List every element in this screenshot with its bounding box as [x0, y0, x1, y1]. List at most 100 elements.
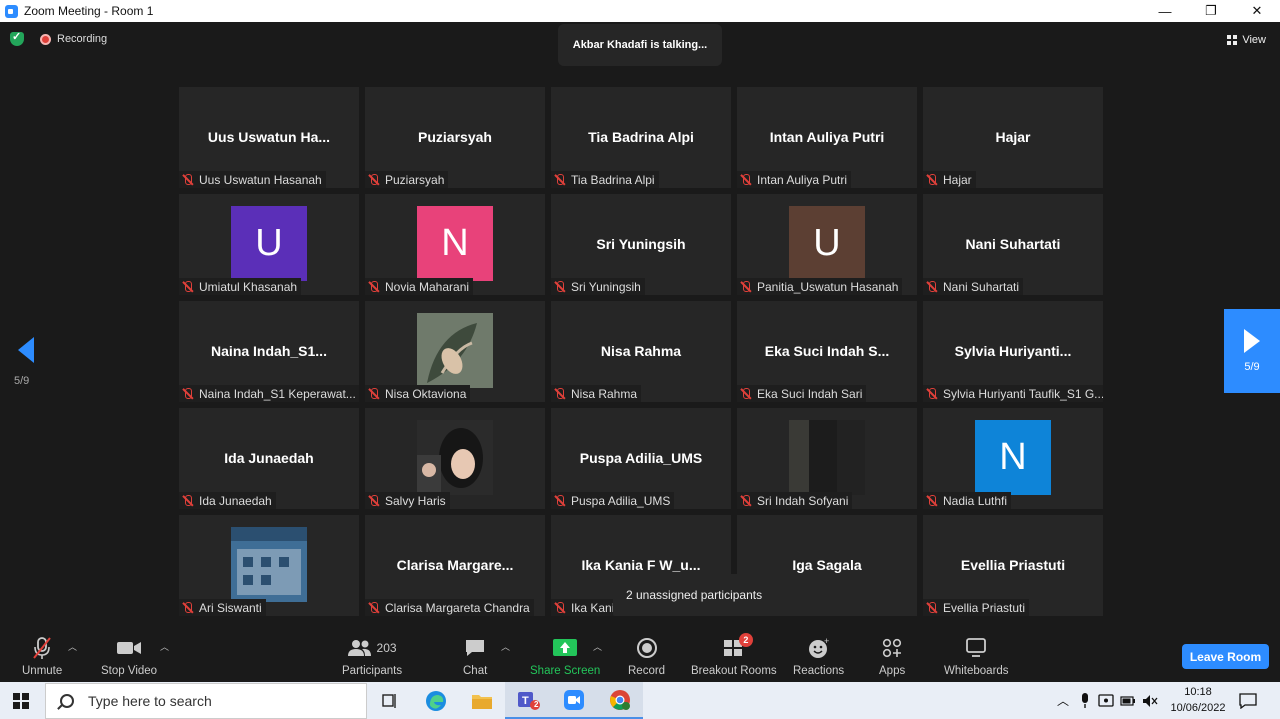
participant-name-tag: Eka Suci Indah Sari — [737, 385, 867, 402]
participant-tile[interactable]: Sylvia Huriyanti... Sylvia Huriyanti Tauf… — [923, 301, 1103, 402]
record-button[interactable]: Record — [628, 636, 665, 677]
participant-tile[interactable]: Puziarsyah Puziarsyah — [365, 87, 545, 188]
participant-tile[interactable]: Intan Auliya Putri Intan Auliya Putri — [737, 87, 917, 188]
participant-tile[interactable]: Hajar Hajar — [923, 87, 1103, 188]
participant-name-tag: Nadia Luthfi — [923, 492, 1012, 509]
participant-tile[interactable]: Nisa Rahma Nisa Rahma — [551, 301, 731, 402]
video-options-caret-icon[interactable]: ︿ — [160, 640, 169, 653]
zoom-taskbar-button[interactable] — [551, 682, 597, 719]
meet-now-icon[interactable] — [1098, 693, 1114, 708]
teams-badge: 2 — [534, 700, 539, 709]
participant-photo — [417, 420, 493, 495]
taskbar-search-box[interactable]: Type here to search — [45, 683, 367, 719]
participant-tile[interactable]: Ari Siswanti — [179, 515, 359, 616]
apps-button[interactable]: Apps — [879, 636, 905, 677]
participant-tile[interactable]: Sri Yuningsih Sri Yuningsih — [551, 194, 731, 295]
chat-bubble-icon — [464, 636, 486, 660]
windows-start-icon[interactable] — [13, 693, 29, 709]
apps-label: Apps — [879, 665, 906, 677]
participant-display-name: Ida Junaedah — [224, 450, 314, 466]
recording-dot-icon — [40, 33, 51, 45]
meeting-area: Recording Akbar Khadafi is talking... Vi… — [0, 22, 1280, 682]
participant-name-tag: Evellia Priastuti — [923, 599, 1030, 616]
participant-tile[interactable]: Salvy Haris — [365, 408, 545, 509]
unassigned-tooltip: 2 unassigned participants — [613, 574, 851, 616]
show-hidden-icons-caret-icon[interactable]: ︿ — [1056, 692, 1070, 709]
participant-display-name: Iga Sagala — [792, 557, 862, 573]
participant-tile[interactable]: Uus Uswatun Ha... Uus Uswatun Hasanah — [179, 87, 359, 188]
participant-tile[interactable]: Nani Suhartati Nani Suhartati — [923, 194, 1103, 295]
muted-mic-icon — [368, 494, 380, 507]
whiteboards-button[interactable]: Whiteboards — [944, 636, 1009, 677]
previous-page-button[interactable]: 5/9 — [14, 337, 42, 387]
participant-tile[interactable]: Ida Junaedah Ida Junaedah — [179, 408, 359, 509]
taskbar-clock[interactable]: 10:18 10/06/2022 — [1165, 684, 1231, 716]
view-label: View — [1242, 34, 1266, 46]
unmute-button[interactable]: Unmute — [22, 636, 62, 677]
participant-name-label: Evellia Priastuti — [943, 600, 1026, 615]
breakout-badge: 2 — [738, 633, 753, 647]
edge-taskbar-button[interactable] — [413, 682, 459, 719]
battery-icon[interactable] — [1120, 695, 1136, 707]
reactions-button[interactable]: + Reactions — [793, 636, 844, 677]
leave-room-button[interactable]: Leave Room — [1182, 644, 1269, 669]
participant-name-label: Ika Kani — [571, 600, 615, 615]
muted-mic-icon — [554, 494, 566, 507]
windows-taskbar: Type here to search T 2 ︿ 10:18 10/06/20… — [0, 682, 1280, 719]
task-view-button[interactable] — [367, 682, 413, 719]
breakout-rooms-button[interactable]: 2 Breakout Rooms — [691, 633, 777, 677]
participant-name-label: Ari Siswanti — [199, 600, 262, 615]
stop-video-button[interactable]: Stop Video — [101, 636, 157, 677]
close-button[interactable]: ✕ — [1234, 0, 1280, 22]
file-explorer-taskbar-button[interactable] — [459, 682, 505, 719]
chat-button[interactable]: Chat — [463, 636, 487, 677]
participants-button[interactable]: 203 Participants — [342, 636, 402, 677]
chrome-taskbar-button[interactable] — [597, 682, 643, 719]
encryption-shield-icon[interactable] — [10, 30, 24, 46]
edge-browser-icon — [426, 690, 446, 711]
participant-tile[interactable]: Nisa Oktaviona — [365, 301, 545, 402]
share-options-caret-icon[interactable]: ︿ — [593, 640, 602, 653]
participant-tile[interactable]: U Umiatul Khasanah — [179, 194, 359, 295]
participant-tile[interactable]: N Novia Maharani — [365, 194, 545, 295]
view-button[interactable]: View — [1227, 34, 1266, 46]
notifications-button[interactable] — [1226, 682, 1270, 719]
participant-display-name: Puspa Adilia_UMS — [579, 450, 703, 466]
participant-grid: Uus Uswatun Ha... Uus Uswatun Hasanah Puzi… — [179, 87, 1103, 616]
maximize-button[interactable]: ❐ — [1188, 0, 1234, 22]
next-page-button[interactable]: 5/9 — [1224, 309, 1280, 393]
speaker-muted-icon[interactable] — [1142, 694, 1158, 708]
participants-icon: 203 — [347, 636, 397, 660]
participant-display-name: Puziarsyah — [418, 129, 492, 145]
chat-options-caret-icon[interactable]: ︿ — [501, 640, 510, 653]
chat-label: Chat — [463, 665, 488, 677]
participant-photo — [231, 527, 307, 602]
participant-display-name: Eka Suci Indah S... — [764, 343, 890, 359]
participant-tile[interactable]: Puspa Adilia_UMS Puspa Adilia_UMS — [551, 408, 731, 509]
zoom-icon — [564, 689, 584, 710]
participant-tile[interactable]: Tia Badrina Alpi Tia Badrina Alpi — [551, 87, 731, 188]
participant-tile[interactable]: Sri Indah Sofyani — [737, 408, 917, 509]
participant-name-label: Intan Auliya Putri — [757, 172, 848, 187]
active-speaker-banner: Akbar Khadafi is talking... — [558, 24, 722, 66]
participant-tile[interactable]: Clarisa Margare... Clarisa Margareta Chan… — [365, 515, 545, 616]
task-view-icon — [382, 693, 396, 708]
participant-tile[interactable]: U Panitia_Uswatun Hasanah — [737, 194, 917, 295]
minimize-button[interactable]: — — [1142, 0, 1188, 22]
stop-video-label: Stop Video — [101, 665, 158, 677]
participant-tile[interactable]: N Nadia Luthfi — [923, 408, 1103, 509]
audio-options-caret-icon[interactable]: ︿ — [68, 640, 77, 653]
share-screen-button[interactable]: Share Screen — [530, 636, 600, 677]
participant-name-label: Clarisa Margareta Chandra — [385, 600, 530, 615]
participant-tile[interactable]: Eka Suci Indah S... Eka Suci Indah Sari — [737, 301, 917, 402]
teams-taskbar-button[interactable]: T 2 — [505, 682, 551, 719]
microphone-tray-icon[interactable] — [1080, 692, 1090, 709]
participant-tile[interactable]: Naina Indah_S1... Naina Indah_S1 Keperawa… — [179, 301, 359, 402]
recording-label[interactable]: Recording — [57, 33, 107, 45]
participant-name-label: Sylvia Huriyanti Taufik_S1 G... — [943, 386, 1103, 401]
muted-mic-icon — [368, 601, 380, 614]
muted-mic-icon — [182, 280, 194, 293]
participant-tile[interactable]: Evellia Priastuti Evellia Priastuti — [923, 515, 1103, 616]
participant-name-label: Naina Indah_S1 Keperawat... — [199, 386, 356, 401]
share-screen-icon — [553, 636, 578, 660]
